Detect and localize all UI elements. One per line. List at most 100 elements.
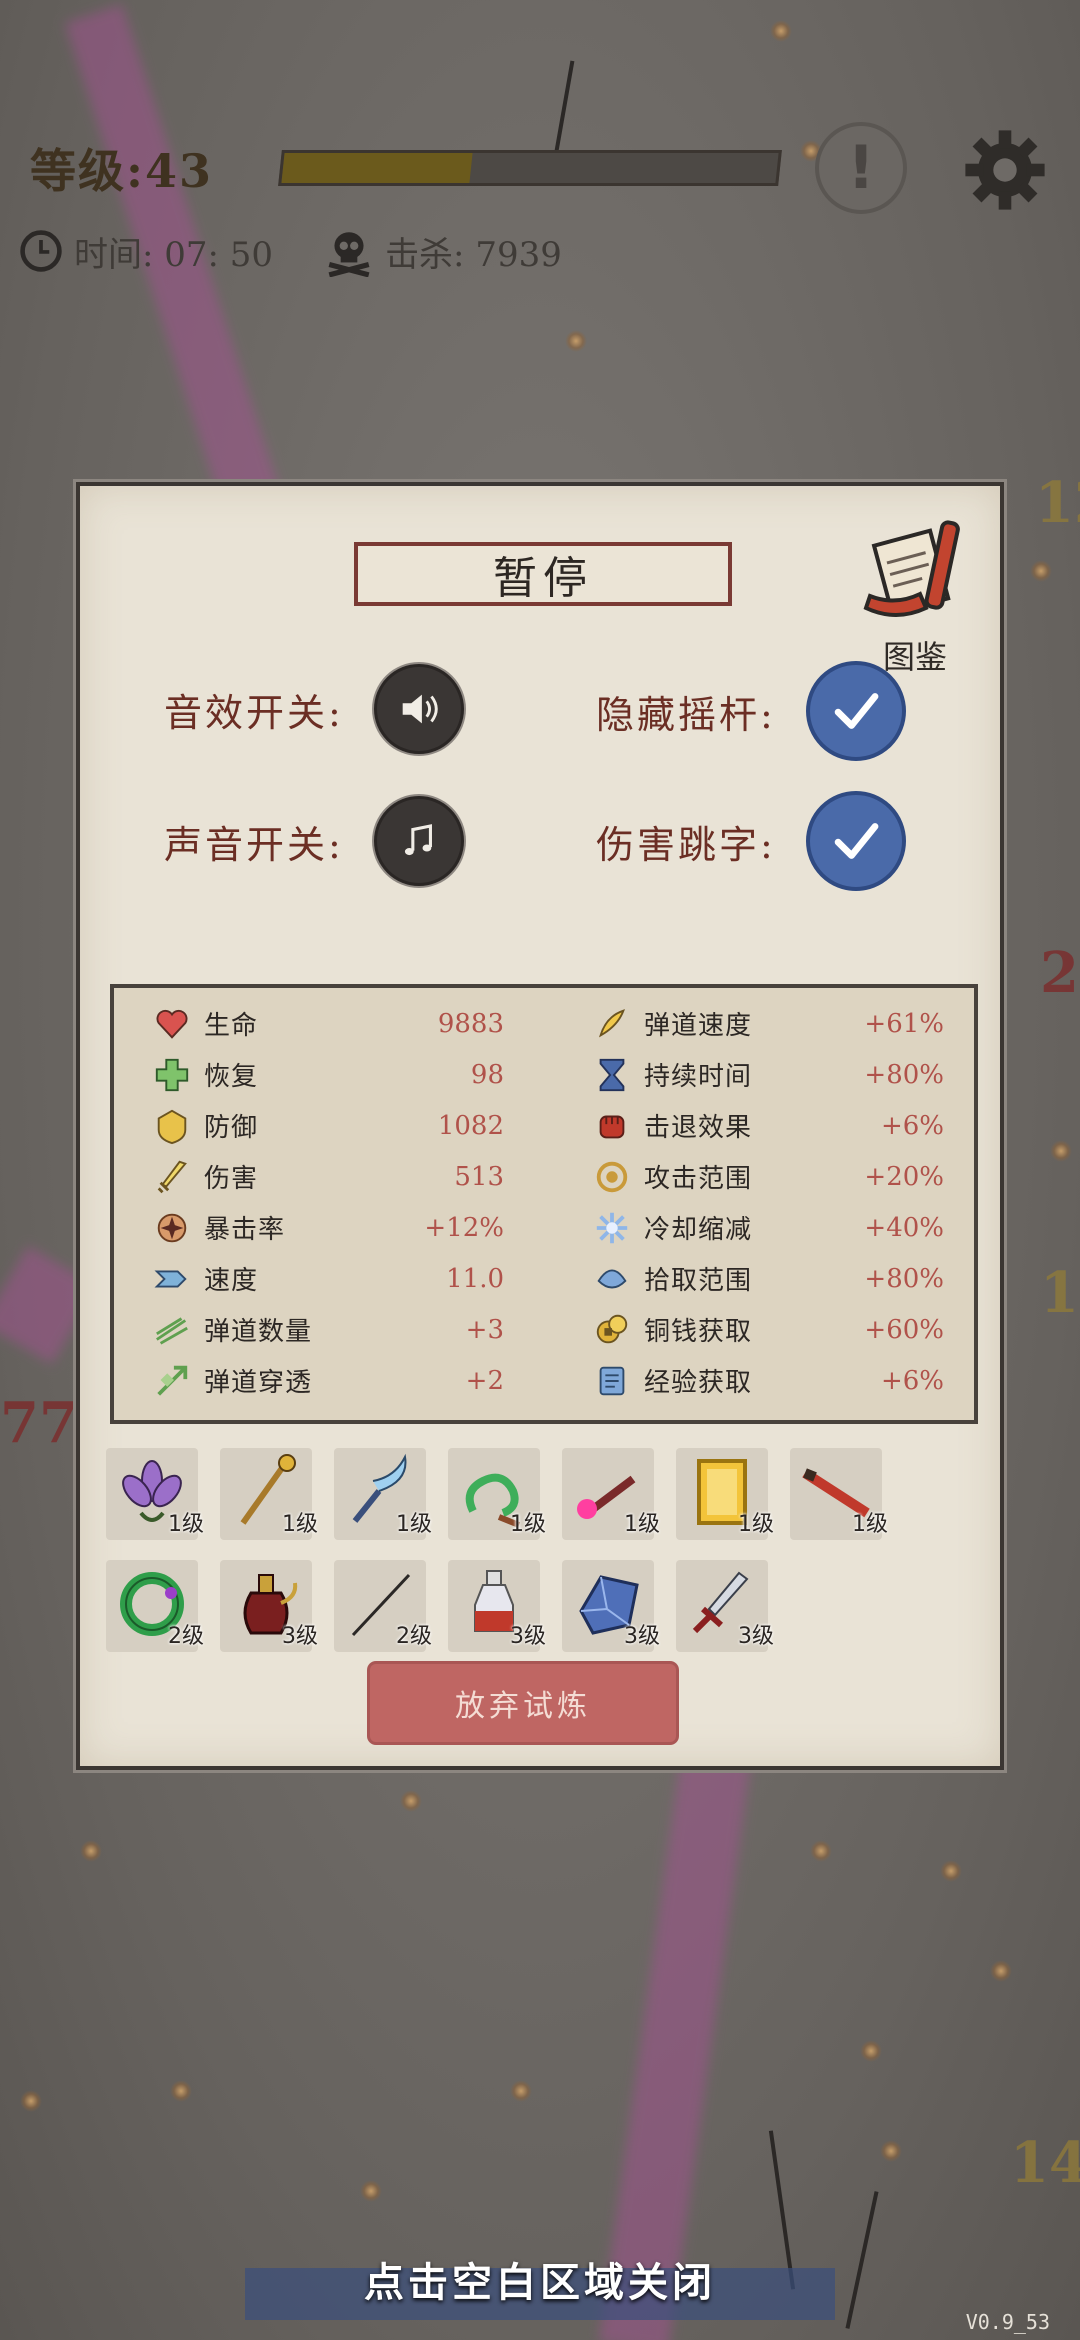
stat-value: 98 [470,1059,504,1090]
time-label: 时间: 07: 50 [74,234,274,275]
item-level: 1级 [396,1512,432,1537]
quit-trial-button[interactable]: 放弃试炼 [370,1664,676,1742]
coin-drop [1030,560,1052,582]
stat-value: +6% [880,1365,944,1396]
item-slot[interactable]: 3级 [562,1560,660,1652]
stat-row: 铜钱获取 +60% [554,1304,964,1355]
stat-name: 铜钱获取 [644,1317,753,1347]
hide-joystick-checkbox[interactable] [805,661,906,761]
damage-numbers-setting: 伤害跳字: [596,791,906,891]
item-level: 3级 [624,1624,660,1649]
coin-drop [170,2080,192,2102]
projectile-speed-icon [592,1004,632,1044]
xp-progress-fill [281,153,473,183]
item-slot[interactable]: 2级 [106,1560,204,1652]
stats-table: 生命 9883 恢复 98 防御 1082 伤害 513 暴击率 +12% 速度 11.0 弹道数量 +3… [110,984,978,1424]
item-slot[interactable]: 1级 [676,1448,774,1540]
item-slot[interactable]: 3级 [676,1560,774,1652]
stat-name: 经验获取 [644,1368,753,1398]
coin-drop [810,1840,832,1862]
hide-joystick-label: 隐藏摇杆: [596,692,776,737]
stat-row: 击退效果 +6% [554,1100,964,1151]
stat-name: 恢复 [204,1062,259,1092]
coin-drop [20,2090,42,2112]
checkmark-icon [834,693,879,729]
coin-drop [880,2140,902,2162]
stats-column-right: 弹道速度 +61% 持续时间 +80% 击退效果 +6% 攻击范围 +20% 冷却缩减 +40% 拾… [554,998,964,1406]
item-level: 2级 [168,1624,204,1649]
items-row: 2级 3级 2级 3级 3级 3级 [106,1560,986,1652]
stat-name: 防御 [204,1113,259,1143]
item-level: 3级 [738,1624,774,1649]
damage-numbers-checkbox[interactable] [805,791,906,891]
stat-row: 暴击率 +12% [114,1202,524,1253]
fist-icon [592,1106,632,1146]
stat-name: 弹道数量 [204,1317,313,1347]
stat-value: +40% [864,1212,944,1243]
damage-number-fragment: 2 [1040,940,1079,1006]
version-label: V0.9_53 [965,2310,1050,2334]
sfx-setting: 音效开关: [164,664,464,754]
stat-name: 生命 [204,1011,259,1041]
item-slot[interactable]: 2级 [334,1560,432,1652]
item-slot[interactable]: 3级 [220,1560,318,1652]
stat-row: 弹道速度 +61% [554,998,964,1049]
stat-name: 伤害 [204,1164,259,1194]
stat-name: 冷却缩减 [644,1215,753,1245]
heart-icon [152,1004,192,1044]
stat-row: 伤害 513 [114,1151,524,1202]
coin-drop [360,2180,382,2202]
speed-icon [152,1259,192,1299]
item-slot[interactable]: 1级 [106,1448,204,1540]
sword-icon [152,1157,192,1197]
item-slot[interactable]: 1级 [448,1448,546,1540]
coin-drop [1050,1140,1072,1162]
item-level: 2级 [396,1624,432,1649]
damage-number-fragment: 12 [1035,470,1080,536]
scroll-icon [592,1361,632,1401]
stat-row: 弹道数量 +3 [114,1304,524,1355]
item-level: 1级 [510,1512,546,1537]
range-icon [592,1157,632,1197]
stat-name: 攻击范围 [644,1164,753,1194]
projectile-count-icon [152,1310,192,1350]
damage-numbers-label: 伤害跳字: [596,822,776,867]
item-slot[interactable]: 1级 [334,1448,432,1540]
coin-drop [940,1860,962,1882]
stat-value: 11.0 [446,1263,504,1294]
item-level: 1级 [624,1512,660,1537]
item-slot[interactable]: 1级 [562,1448,660,1540]
sound-toggle[interactable] [373,796,464,886]
stat-row: 攻击范围 +20% [554,1151,964,1202]
settings-gear-icon[interactable] [960,125,1050,215]
kills-label: 击杀: 7939 [385,234,562,275]
skull-icon [328,232,370,277]
coin-icon [592,1310,632,1350]
stat-row: 弹道穿透 +2 [114,1355,524,1406]
stat-value: +2 [465,1365,504,1396]
stat-value: 1082 [437,1110,504,1141]
stat-value: +80% [864,1263,944,1294]
item-level: 3级 [282,1624,318,1649]
item-level: 1级 [282,1512,318,1537]
magic-beam [64,4,296,556]
codex-scroll-icon [863,520,960,617]
clock-icon [20,230,62,272]
stat-name: 弹道穿透 [204,1368,313,1398]
stat-row: 防御 1082 [114,1100,524,1151]
item-slot[interactable]: 3级 [448,1560,546,1652]
coin-drop [860,2040,882,2062]
alert-button[interactable]: ! [815,122,907,214]
crit-icon [152,1208,192,1248]
stat-row: 拾取范围 +80% [554,1253,964,1304]
speaker-icon [402,694,438,724]
sfx-toggle[interactable] [373,664,464,754]
stat-name: 击退效果 [644,1113,753,1143]
item-level: 1级 [738,1512,774,1537]
codex-button[interactable]: 图鉴 [850,516,980,678]
pickup-icon [592,1259,632,1299]
item-slot[interactable]: 1级 [220,1448,318,1540]
coin-drop [770,20,792,42]
item-slot[interactable]: 1级 [790,1448,888,1540]
hide-joystick-setting: 隐藏摇杆: [596,661,906,761]
